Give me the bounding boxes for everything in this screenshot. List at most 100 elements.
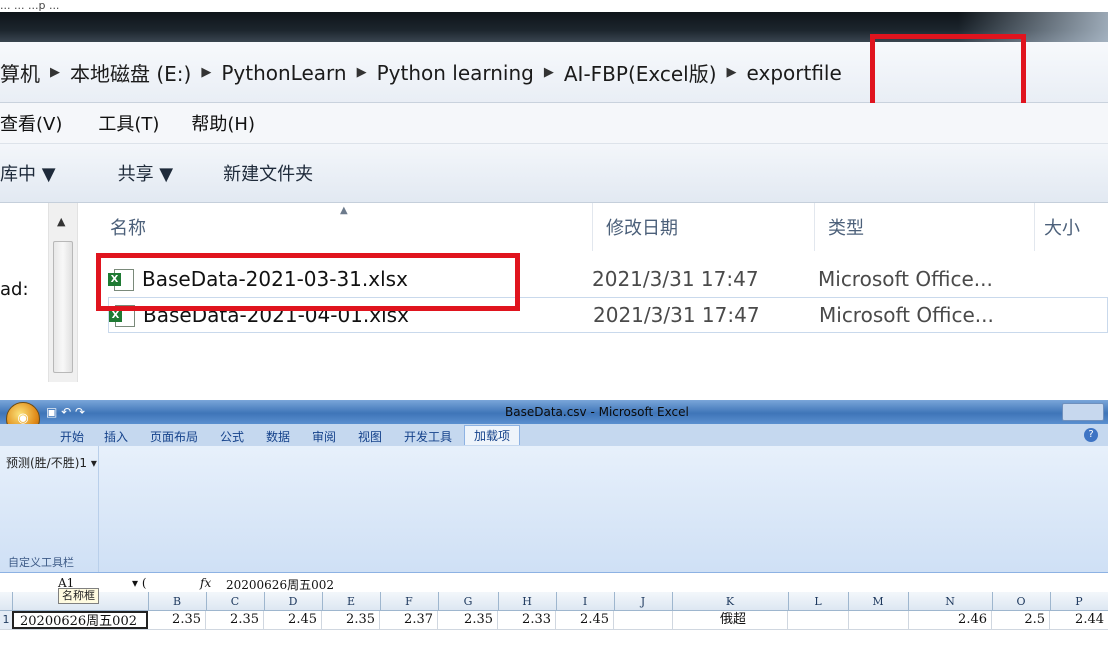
breadcrumb-python-learning[interactable]: Python learning: [377, 61, 534, 85]
column-header-name[interactable]: 名称: [76, 203, 593, 251]
column-headers: 名称框 B C D E F G H I J K L M N O P: [0, 588, 1108, 611]
formula-input[interactable]: 20200626周五002: [226, 576, 334, 593]
navigation-pane: ad:: [0, 203, 48, 382]
column-header-type-label: 类型: [828, 218, 864, 239]
excel-window: ▣ ↶ ↷ BaseData.csv - Microsoft Excel ◉ 开…: [0, 400, 1108, 646]
breadcrumb-exportfile[interactable]: exportfile: [747, 61, 842, 85]
tab-home[interactable]: 开始: [60, 428, 84, 445]
navigation-scrollbar[interactable]: ▲: [48, 203, 78, 382]
cell-o1[interactable]: 2.5: [992, 611, 1050, 629]
tab-page-layout[interactable]: 页面布局: [150, 428, 198, 445]
cell-c1[interactable]: 2.35: [206, 611, 264, 629]
share-button[interactable]: 共享 ▼: [118, 160, 174, 186]
menu-tools[interactable]: 工具(T): [98, 110, 159, 136]
column-header-m[interactable]: M: [848, 592, 909, 610]
column-header-c[interactable]: C: [206, 592, 265, 610]
window-title: BaseData.csv - Microsoft Excel: [505, 405, 689, 419]
include-in-library-button[interactable]: 库中 ▼: [0, 160, 56, 186]
menu-view[interactable]: 查看(V): [0, 110, 62, 136]
help-icon[interactable]: ?: [1084, 428, 1098, 442]
formula-bar: A1 ▾ ( fx 20200626周五002: [0, 574, 1108, 593]
scrollbar-thumb[interactable]: [53, 241, 73, 373]
tab-data[interactable]: 数据: [266, 428, 290, 445]
explorer-window: 算机 ▶ 本地磁盘 (E:) ▶ PythonLearn ▶ Python le…: [0, 12, 1108, 382]
quick-access-save-icon[interactable]: ▣ ↶ ↷: [46, 405, 85, 419]
column-header-e[interactable]: E: [322, 592, 381, 610]
cell-h1[interactable]: 2.33: [498, 611, 556, 629]
tab-developer[interactable]: 开发工具: [404, 428, 452, 445]
ribbon: 预测(胜/不胜)1 ▾ 自定义工具栏: [0, 446, 1108, 573]
breadcrumb-separator-icon[interactable]: ▶: [727, 65, 737, 80]
breadcrumb-separator-icon[interactable]: ▶: [201, 65, 211, 80]
breadcrumb-separator-icon[interactable]: ▶: [357, 65, 367, 80]
breadcrumb-ai-fbp[interactable]: AI-FBP(Excel版): [564, 58, 717, 87]
cell-k1[interactable]: 俄超: [672, 611, 788, 629]
column-header-name-label: 名称: [110, 218, 146, 239]
cell-e1[interactable]: 2.35: [322, 611, 380, 629]
breadcrumb-separator-icon[interactable]: ▶: [544, 65, 554, 80]
breadcrumb-separator-icon[interactable]: ▶: [50, 65, 60, 80]
command-bar: 库中 ▼ 共享 ▼ 新建文件夹: [0, 144, 1108, 203]
file-type: Microsoft Office...: [818, 267, 993, 291]
breadcrumb: 算机 ▶ 本地磁盘 (E:) ▶ PythonLearn ▶ Python le…: [0, 58, 842, 87]
column-header-j[interactable]: J: [614, 592, 673, 610]
window-controls[interactable]: [1062, 403, 1104, 421]
name-box-tooltip: 名称框: [58, 588, 99, 604]
cell-d1[interactable]: 2.45: [264, 611, 322, 629]
ribbon-tabs: 开始 插入 页面布局 公式 数据 审阅 视图 开发工具 加载项 ?: [0, 424, 1108, 446]
column-header-d[interactable]: D: [264, 592, 323, 610]
sort-ascending-icon: ▲: [340, 205, 348, 216]
column-header-l[interactable]: L: [788, 592, 849, 610]
column-header-o[interactable]: O: [992, 592, 1051, 610]
tab-addins[interactable]: 加载项: [464, 425, 521, 445]
cell-n1[interactable]: 2.46: [908, 611, 992, 629]
column-header-type[interactable]: 类型: [814, 203, 1035, 251]
nav-item-downloads[interactable]: ad:: [0, 279, 29, 300]
column-header-f[interactable]: F: [380, 592, 439, 610]
breadcrumb-computer[interactable]: 算机: [0, 58, 40, 87]
cell-m1[interactable]: [848, 611, 909, 629]
column-header-b[interactable]: B: [148, 592, 207, 610]
file-type: Microsoft Office...: [819, 303, 994, 327]
column-header-i[interactable]: I: [556, 592, 615, 610]
scroll-up-icon[interactable]: ▲: [57, 215, 65, 228]
cell-i1[interactable]: 2.45: [556, 611, 614, 629]
menu-help[interactable]: 帮助(H): [191, 110, 255, 136]
column-header-modified-label: 修改日期: [606, 218, 678, 239]
column-header-size-label: 大小: [1044, 218, 1080, 239]
ribbon-group-custom-toolbar: 预测(胜/不胜)1 ▾ 自定义工具栏: [0, 446, 99, 572]
column-header-size[interactable]: 大小: [1034, 203, 1108, 251]
column-header-k[interactable]: K: [672, 592, 789, 610]
cell-l1[interactable]: [788, 611, 849, 629]
cell-j1[interactable]: [614, 611, 673, 629]
menu-bar: 查看(V) 工具(T) 帮助(H): [0, 103, 1108, 144]
column-header-g[interactable]: G: [438, 592, 499, 610]
cell-b1[interactable]: 2.35: [148, 611, 206, 629]
column-header-modified[interactable]: 修改日期: [592, 203, 815, 251]
ribbon-group-label: 自定义工具栏: [8, 556, 74, 569]
cell-f1[interactable]: 2.37: [380, 611, 438, 629]
predict-dropdown[interactable]: 预测(胜/不胜)1 ▾: [6, 454, 97, 471]
file-modified: 2021/3/31 17:47: [593, 303, 760, 327]
file-list: ad: ▲ 名称 ▲ 修改日期 类型 大小 X BaseData-2021-03-…: [0, 203, 1108, 382]
new-folder-button[interactable]: 新建文件夹: [223, 160, 313, 186]
column-header-p[interactable]: P: [1050, 592, 1108, 610]
file-modified: 2021/3/31 17:47: [592, 267, 759, 291]
column-header-h[interactable]: H: [498, 592, 557, 610]
breadcrumb-local-disk[interactable]: 本地磁盘 (E:): [70, 58, 191, 87]
column-header-n[interactable]: N: [908, 592, 993, 610]
page-caption: ... ... ...p ...: [0, 0, 1108, 12]
breadcrumb-pythonlearn[interactable]: PythonLearn: [221, 61, 346, 85]
highlight-box-file: [96, 253, 520, 311]
table-row: 1 20200626周五002 2.35 2.35 2.45 2.35 2.37…: [0, 611, 1108, 630]
cell-p1[interactable]: 2.44: [1050, 611, 1108, 629]
name-box-dropdown-icon[interactable]: ▾ (: [132, 576, 147, 590]
tab-review[interactable]: 审阅: [312, 428, 336, 445]
tab-insert[interactable]: 插入: [104, 428, 128, 445]
fx-icon[interactable]: fx: [200, 576, 211, 590]
cell-g1[interactable]: 2.35: [438, 611, 498, 629]
tab-formulas[interactable]: 公式: [220, 428, 244, 445]
tab-view[interactable]: 视图: [358, 428, 382, 445]
excel-title-bar: ▣ ↶ ↷ BaseData.csv - Microsoft Excel: [0, 400, 1108, 424]
cell-a1[interactable]: 20200626周五002: [12, 611, 148, 629]
